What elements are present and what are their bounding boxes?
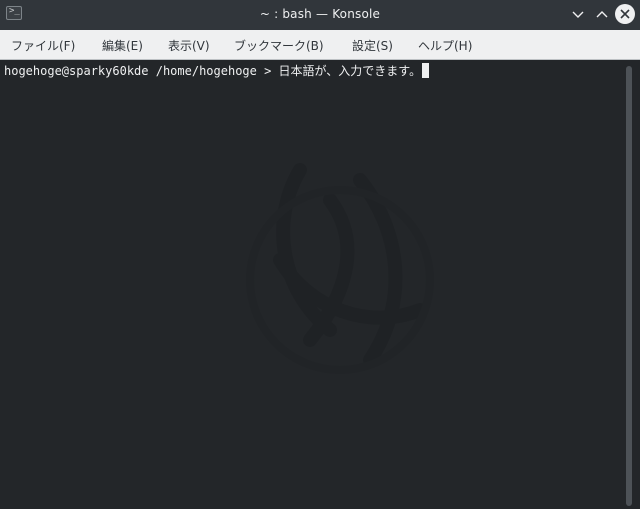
window-title: ~ : bash — Konsole bbox=[259, 7, 381, 21]
shell-prompt: hogehoge@sparky60kde /home/hogehoge > bbox=[4, 64, 279, 78]
menu-settings[interactable]: 設定(S) bbox=[352, 37, 393, 54]
background-logo-watermark bbox=[246, 163, 434, 374]
terminal-line: hogehoge@sparky60kde /home/hogehoge > 日本… bbox=[4, 62, 430, 80]
menu-edit[interactable]: 編集(E) bbox=[102, 37, 143, 54]
vertical-scrollbar[interactable] bbox=[624, 66, 634, 506]
maximize-button[interactable] bbox=[591, 4, 613, 26]
chevron-up-icon bbox=[596, 11, 608, 18]
close-icon bbox=[620, 9, 630, 19]
terminal-view[interactable]: hogehoge@sparky60kde /home/hogehoge > 日本… bbox=[0, 60, 640, 509]
konsole-window: >_ ~ : bash — Konsole ファイル(F) 編集(E) 表示(V… bbox=[0, 0, 640, 509]
menu-help[interactable]: ヘルプ(H) bbox=[418, 37, 472, 54]
chevron-down-icon bbox=[572, 11, 584, 18]
menu-bar: ファイル(F) 編集(E) 表示(V) ブックマーク(B) 設定(S) ヘルプ(… bbox=[0, 30, 640, 60]
text-cursor bbox=[422, 63, 430, 78]
command-input[interactable]: 日本語が、入力できます。 bbox=[279, 64, 422, 78]
menu-file[interactable]: ファイル(F) bbox=[11, 37, 75, 54]
minimize-button[interactable] bbox=[567, 4, 589, 26]
title-bar[interactable]: >_ ~ : bash — Konsole bbox=[0, 0, 640, 30]
close-button[interactable] bbox=[615, 4, 635, 24]
menu-view[interactable]: 表示(V) bbox=[168, 37, 210, 54]
scrollbar-handle[interactable] bbox=[626, 66, 632, 506]
menu-bookmarks[interactable]: ブックマーク(B) bbox=[234, 37, 324, 54]
